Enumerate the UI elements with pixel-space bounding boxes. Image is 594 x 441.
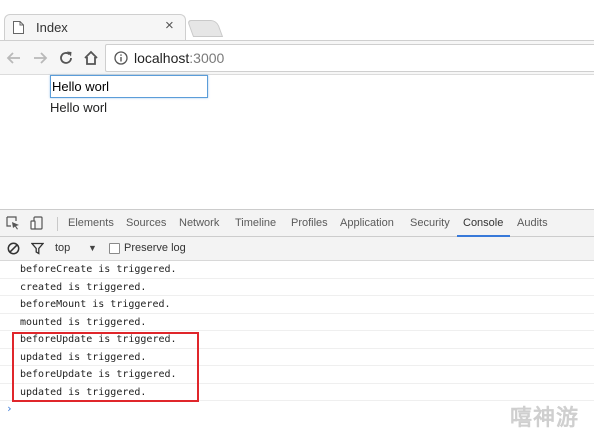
console-message: beforeCreate is triggered. — [0, 261, 594, 279]
devtools-tab-bar: Elements Sources Network Timeline Profil… — [0, 210, 594, 237]
reload-icon[interactable] — [57, 49, 75, 67]
new-tab-button[interactable] — [186, 20, 224, 37]
url-port: :3000 — [189, 50, 225, 66]
chevron-down-icon[interactable]: ▼ — [88, 243, 97, 253]
console-prompt[interactable]: › — [6, 402, 13, 415]
tab-profiles[interactable]: Profiles — [291, 217, 328, 229]
browser-toolbar: localhost:3000 — [0, 40, 594, 75]
console-message: created is triggered. — [0, 279, 594, 296]
url-text: localhost:3000 — [134, 50, 224, 66]
highlight-annotation — [12, 332, 199, 402]
tab-elements[interactable]: Elements — [68, 217, 114, 229]
tab-timeline[interactable]: Timeline — [235, 217, 276, 229]
url-host: localhost — [134, 50, 190, 66]
back-arrow-icon[interactable] — [5, 49, 23, 67]
console-message: mounted is triggered. — [0, 314, 594, 331]
context-selector[interactable]: top — [55, 242, 70, 254]
close-tab-icon[interactable]: × — [165, 18, 174, 34]
console-toolbar: top ▼ Preserve log — [0, 237, 594, 261]
devtools-panel: Elements Sources Network Timeline Profil… — [0, 209, 594, 441]
tab-sources[interactable]: Sources — [126, 217, 166, 229]
tab-title: Index — [36, 20, 68, 35]
browser-tab-index[interactable]: Index × — [4, 14, 186, 40]
filter-icon[interactable] — [31, 242, 44, 255]
forward-arrow-icon[interactable] — [31, 49, 49, 67]
tab-audits[interactable]: Audits — [517, 217, 548, 229]
page-viewport: Hello worl — [0, 75, 594, 209]
preserve-log-label: Preserve log — [124, 242, 186, 254]
document-icon — [13, 21, 24, 34]
inspect-element-icon[interactable] — [6, 216, 20, 230]
console-message: beforeMount is triggered. — [0, 296, 594, 314]
watermark: 嘻神游 — [510, 406, 580, 431]
tab-security[interactable]: Security — [410, 217, 450, 229]
preserve-log-checkbox[interactable] — [109, 243, 120, 254]
info-icon[interactable] — [114, 51, 128, 65]
clear-console-icon[interactable] — [7, 242, 20, 255]
device-toolbar-icon[interactable] — [30, 216, 44, 230]
home-icon[interactable] — [82, 49, 100, 67]
tab-network[interactable]: Network — [179, 217, 219, 229]
message-input[interactable] — [50, 75, 208, 98]
tab-console[interactable]: Console — [463, 217, 503, 229]
message-echo: Hello worl — [50, 100, 108, 115]
tab-application[interactable]: Application — [340, 217, 394, 229]
address-bar[interactable]: localhost:3000 — [105, 44, 594, 72]
browser-tabstrip: Index × — [0, 0, 594, 40]
toolbar-divider — [57, 217, 58, 231]
